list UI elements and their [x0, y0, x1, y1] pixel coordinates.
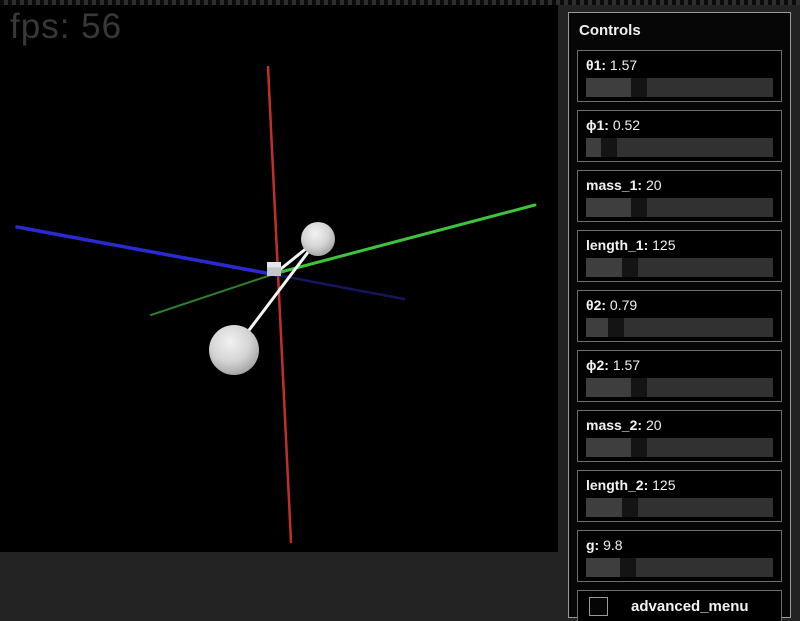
slider-ϕ1[interactable]	[586, 138, 773, 157]
slider-length_1[interactable]	[586, 258, 773, 277]
control-name: mass_1:	[586, 177, 646, 193]
control-box-length_2: length_2: 125	[577, 470, 782, 522]
slider-fill	[586, 438, 631, 457]
slider-mass_1[interactable]	[586, 198, 773, 217]
control-value: 9.8	[603, 537, 622, 553]
slider-θ1[interactable]	[586, 78, 773, 97]
fps-counter: fps: 56	[10, 7, 122, 47]
pendulum-bob-1	[301, 222, 335, 256]
axis-green-dark	[151, 273, 277, 315]
slider-fill	[586, 78, 631, 97]
control-value: 125	[652, 237, 675, 253]
control-name: θ2:	[586, 297, 610, 313]
control-label: ϕ1: 0.52	[586, 117, 773, 133]
slider-thumb[interactable]	[608, 318, 624, 337]
control-label: θ1: 1.57	[586, 57, 773, 73]
advanced-menu-label: advanced_menu	[631, 598, 749, 615]
axis-red	[268, 67, 291, 542]
slider-fill	[586, 258, 622, 277]
control-label: θ2: 0.79	[586, 297, 773, 313]
control-box-θ2: θ2: 0.79	[577, 290, 782, 342]
slider-length_2[interactable]	[586, 498, 773, 517]
origin-pivot-cube-top-face	[267, 262, 281, 267]
control-label: g: 9.8	[586, 537, 773, 553]
sliders-container: θ1: 1.57 ϕ1: 0.52 mass_1: 20 length_1: 125 θ…	[577, 50, 782, 582]
advanced-menu-row: advanced_menu	[577, 590, 782, 621]
control-label: length_2: 125	[586, 477, 773, 493]
control-box-θ1: θ1: 1.57	[577, 50, 782, 102]
control-value: 125	[652, 477, 675, 493]
slider-fill	[586, 498, 622, 517]
control-name: ϕ1:	[586, 117, 613, 133]
axis-blue-bright	[17, 227, 277, 275]
control-label: mass_2: 20	[586, 417, 773, 433]
slider-mass_2[interactable]	[586, 438, 773, 457]
slider-ϕ2[interactable]	[586, 378, 773, 397]
control-name: θ1:	[586, 57, 610, 73]
control-label: length_1: 125	[586, 237, 773, 253]
slider-thumb[interactable]	[631, 198, 647, 217]
control-value: 1.57	[613, 357, 640, 373]
control-box-mass_1: mass_1: 20	[577, 170, 782, 222]
control-box-g: g: 9.8	[577, 530, 782, 582]
control-label: mass_1: 20	[586, 177, 773, 193]
control-name: g:	[586, 537, 603, 553]
control-value: 0.52	[613, 117, 640, 133]
control-name: ϕ2:	[586, 357, 613, 373]
slider-thumb[interactable]	[631, 378, 647, 397]
pendulum-3d-scene	[0, 5, 558, 552]
control-box-ϕ1: ϕ1: 0.52	[577, 110, 782, 162]
control-name: mass_2:	[586, 417, 646, 433]
control-box-length_1: length_1: 125	[577, 230, 782, 282]
slider-fill	[586, 378, 631, 397]
control-value: 0.79	[610, 297, 637, 313]
control-label: ϕ2: 1.57	[586, 357, 773, 373]
control-value: 20	[646, 417, 662, 433]
control-box-mass_2: mass_2: 20	[577, 410, 782, 462]
slider-θ2[interactable]	[586, 318, 773, 337]
controls-panel-title: Controls	[577, 20, 782, 39]
controls-panel: Controls θ1: 1.57 ϕ1: 0.52 mass_1: 20 lengt…	[568, 12, 791, 618]
control-box-ϕ2: ϕ2: 1.57	[577, 350, 782, 402]
control-value: 20	[646, 177, 662, 193]
slider-thumb[interactable]	[622, 258, 638, 277]
slider-thumb[interactable]	[620, 558, 636, 577]
control-name: length_1:	[586, 237, 652, 253]
slider-fill	[586, 198, 631, 217]
slider-thumb[interactable]	[631, 438, 647, 457]
control-value: 1.57	[610, 57, 637, 73]
slider-thumb[interactable]	[622, 498, 638, 517]
slider-fill	[586, 318, 608, 337]
slider-fill	[586, 558, 620, 577]
control-name: length_2:	[586, 477, 652, 493]
advanced-menu-checkbox[interactable]	[589, 597, 608, 616]
slider-g[interactable]	[586, 558, 773, 577]
axis-blue-dark	[277, 275, 404, 299]
slider-thumb[interactable]	[631, 78, 647, 97]
simulation-viewport[interactable]: fps: 56	[0, 5, 558, 552]
slider-fill	[586, 138, 601, 157]
slider-thumb[interactable]	[601, 138, 617, 157]
pendulum-bob-2	[209, 325, 259, 375]
